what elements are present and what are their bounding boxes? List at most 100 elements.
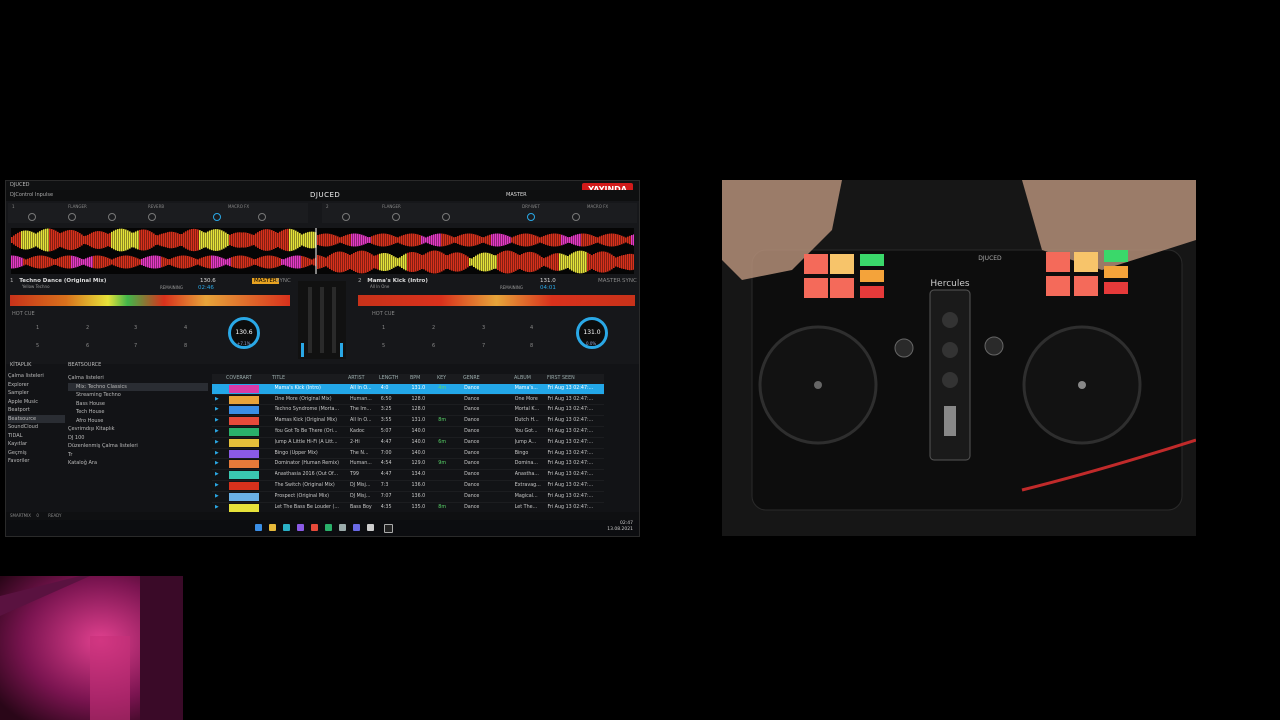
deck2-track-overview[interactable]	[358, 295, 635, 306]
table-row[interactable]: ▶ Bingo (Upper Mix) The N... 7:00 140.0 Dance…	[212, 449, 604, 460]
deck2-pad-3[interactable]: 3	[482, 325, 485, 331]
deck1-pad-2[interactable]: 2	[86, 325, 89, 331]
fx-knob[interactable]	[442, 213, 450, 221]
controller-select[interactable]: DJControl Inpulse	[10, 192, 53, 198]
deck1-pad-7[interactable]: 7	[134, 343, 137, 349]
tree-item-dj100[interactable]: DJ 100	[68, 434, 208, 443]
browser-icon[interactable]	[283, 524, 290, 531]
folder-icon[interactable]	[269, 524, 276, 531]
sidebar-item-soundcloud[interactable]: SoundCloud	[8, 423, 65, 432]
deck2-pad-2[interactable]: 2	[432, 325, 435, 331]
col-header-bpm[interactable]: BPM	[410, 374, 437, 384]
fx-knob[interactable]	[527, 213, 535, 221]
load-to-deck-icon[interactable]: ▶	[212, 503, 229, 513]
deck1-master-button[interactable]: MASTER	[252, 278, 279, 284]
deck2-sync-button[interactable]: SYNC	[622, 278, 637, 284]
app-icon[interactable]	[353, 524, 360, 531]
tree-item-edited-playlists[interactable]: Düzenlenmiş Çalma listeleri	[68, 442, 208, 451]
load-to-deck-icon[interactable]: ▶	[212, 459, 229, 469]
load-to-deck-icon[interactable]: ▶	[212, 384, 229, 394]
fx-knob[interactable]	[258, 213, 266, 221]
col-header-length[interactable]: LENGTH	[379, 374, 410, 384]
table-row[interactable]: ▶ Techno Syndrome (Morta... The Im... 3:25 1…	[212, 405, 604, 417]
col-header-genre[interactable]: GENRE	[463, 374, 514, 384]
table-row[interactable]: ▶ Jump A Little Hi-Fi (A Litt... 2-Hi 4:47 1…	[212, 438, 604, 449]
deck2-pad-4[interactable]: 4	[530, 325, 533, 331]
sidebar-item-tidal[interactable]: TIDAL	[8, 432, 65, 441]
tree-item-streaming-techno[interactable]: Streaming Techno	[68, 391, 208, 400]
fx-knob[interactable]	[68, 213, 76, 221]
deck2-pad-1[interactable]: 1	[382, 325, 385, 331]
load-to-deck-icon[interactable]: ▶	[212, 405, 229, 415]
tree-item-tech-house[interactable]: Tech House	[68, 408, 208, 417]
tree-item-afro-house[interactable]: Afro House	[68, 417, 208, 426]
table-row[interactable]: ▶ Mama's Kick (Intro) All In O... 4:0 131.0 4…	[212, 383, 604, 395]
deck1-pad-4[interactable]: 4	[184, 325, 187, 331]
fx-knob[interactable]	[572, 213, 580, 221]
sidebar-item-playlists[interactable]: Çalma listeleri	[8, 372, 65, 381]
sidebar-item-recordings[interactable]: Kayıtlar	[8, 440, 65, 449]
djuced-taskbar-icon[interactable]	[384, 524, 393, 533]
deck1-track-overview[interactable]	[10, 295, 290, 306]
fx-knob[interactable]	[148, 213, 156, 221]
table-row[interactable]: ▶ Anasthasia 2016 (Out Of... T99 4:47 134.0 D…	[212, 470, 604, 481]
deck1-pad-1[interactable]: 1	[36, 325, 39, 331]
sidebar-item-beatport[interactable]: Beatport	[8, 406, 65, 415]
sidebar-item-beatsource[interactable]: Beatsource	[8, 414, 65, 423]
fx-knob[interactable]	[342, 213, 350, 221]
fx-knob[interactable]	[392, 213, 400, 221]
sidebar-item-favorites[interactable]: Favoriler	[8, 457, 65, 466]
load-to-deck-icon[interactable]: ▶	[212, 470, 229, 480]
col-header-title[interactable]: TITLE	[272, 374, 348, 384]
tree-item-offline-library[interactable]: Çevrimdışı Kitaplık	[68, 425, 208, 434]
col-header-coverart[interactable]: COVERART	[226, 374, 272, 384]
fx-knob[interactable]	[28, 213, 36, 221]
deck2-pad-6[interactable]: 6	[432, 343, 435, 349]
table-row[interactable]: ▶ Prospect (Original Mix) DJ Misj... 7:07 13…	[212, 492, 604, 503]
load-to-deck-icon[interactable]: ▶	[212, 438, 229, 448]
sidebar-item-history[interactable]: Geçmiş	[8, 449, 65, 458]
tree-item-bass-house[interactable]: Bass House	[68, 400, 208, 409]
load-to-deck-icon[interactable]: ▶	[212, 449, 229, 459]
deck1-pad-6[interactable]: 6	[86, 343, 89, 349]
app-icon[interactable]	[325, 524, 332, 531]
load-to-deck-icon[interactable]: ▶	[212, 416, 229, 426]
main-waveform[interactable]	[11, 228, 634, 274]
deck2-pad-8[interactable]: 8	[530, 343, 533, 349]
channel-fader-2[interactable]	[332, 287, 336, 353]
start-icon[interactable]	[255, 524, 262, 531]
deck1-pad-5[interactable]: 5	[36, 343, 39, 349]
deck1-pad-8[interactable]: 8	[184, 343, 187, 349]
table-row[interactable]: ▶ The Switch (Original Mix) DJ Misj... 7:3 1…	[212, 481, 604, 492]
channel-fader-1[interactable]	[308, 287, 312, 353]
crossfader[interactable]	[320, 287, 324, 353]
fx-knob[interactable]	[213, 213, 221, 221]
load-to-deck-icon[interactable]: ▶	[212, 492, 229, 502]
app-icon[interactable]	[297, 524, 304, 531]
fx-knob[interactable]	[108, 213, 116, 221]
tree-item-tr[interactable]: Tr	[68, 451, 208, 460]
app-icon[interactable]	[339, 524, 346, 531]
col-header-artist[interactable]: ARTIST	[348, 374, 379, 384]
table-row[interactable]: ▶ You Got To Be There (Ori... Kadoc 5:07 140…	[212, 427, 604, 438]
deck2-pad-5[interactable]: 5	[382, 343, 385, 349]
deck2-pad-7[interactable]: 7	[482, 343, 485, 349]
tree-item-techno-classics[interactable]: Mix: Techno Classics	[68, 382, 208, 391]
col-header-album[interactable]: ALBUM	[514, 374, 547, 384]
load-to-deck-icon[interactable]: ▶	[212, 481, 229, 491]
sidebar-item-explorer[interactable]: Explorer	[8, 381, 65, 390]
table-row[interactable]: ▶ One More (Original Mix) Human... 6:50 128.…	[212, 395, 604, 406]
sidebar-item-apple-music[interactable]: Apple Music	[8, 398, 65, 407]
tree-item-playlists[interactable]: Çalma listeleri	[68, 374, 208, 383]
app-icon[interactable]	[311, 524, 318, 531]
load-to-deck-icon[interactable]: ▶	[212, 427, 229, 437]
deck1-pad-3[interactable]: 3	[134, 325, 137, 331]
deck2-master-button[interactable]: MASTER	[598, 278, 621, 284]
col-header-key[interactable]: KEY	[437, 374, 463, 384]
deck1-sync-button[interactable]: SYNC	[276, 278, 291, 284]
load-to-deck-icon[interactable]: ▶	[212, 395, 229, 405]
col-header-first-seen[interactable]: FIRST SEEN	[547, 374, 604, 384]
tree-item-search-catalog[interactable]: Kataloğ Ara	[68, 459, 208, 468]
table-row[interactable]: ▶ Dominator (Human Remix) Human... 4:54 129.…	[212, 459, 604, 471]
sidebar-item-sampler[interactable]: Sampler	[8, 389, 65, 398]
